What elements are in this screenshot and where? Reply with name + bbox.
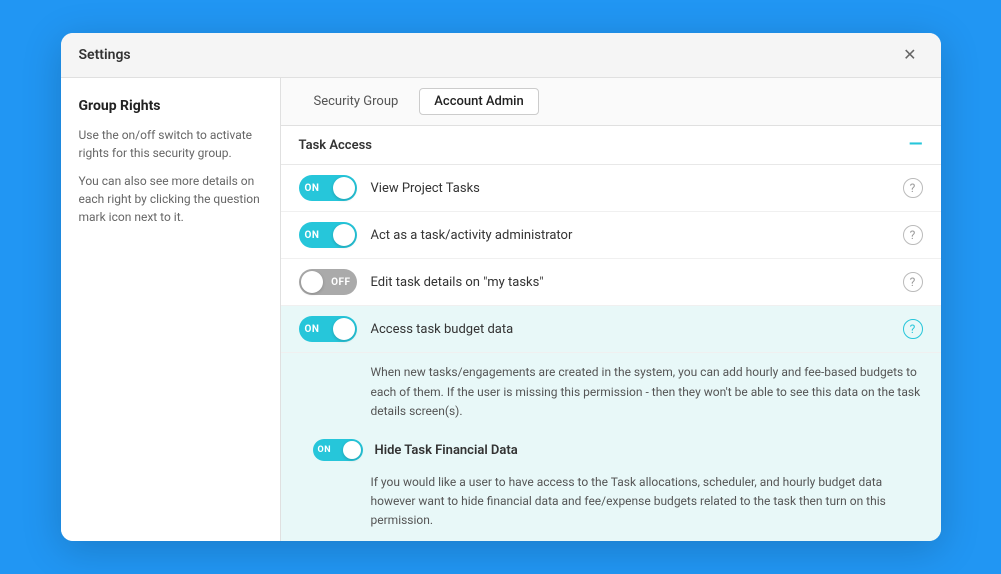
section-title: Task Access: [299, 138, 372, 153]
sub-toggle-hide-financial[interactable]: ON: [313, 439, 363, 461]
close-button[interactable]: ✕: [897, 43, 922, 67]
help-icon-act-as-admin[interactable]: ?: [903, 225, 923, 245]
help-icon-view-project-tasks[interactable]: ?: [903, 178, 923, 198]
toggle-knob-3: [301, 271, 323, 293]
modal-body: Group Rights Use the on/off switch to ac…: [61, 78, 941, 540]
sub-toggle-label: ON: [318, 445, 332, 455]
permission-row-edit-task-details: OFF Edit task details on "my tasks" ?: [281, 259, 941, 306]
toggle-label-off: OFF: [331, 277, 350, 288]
sub-toggle-knob: [343, 441, 361, 459]
help-icon-access-budget[interactable]: ?: [903, 319, 923, 339]
toggle-knob-4: [333, 318, 355, 340]
modal-header: Settings ✕: [61, 33, 941, 78]
tabs-bar: Security Group Account Admin: [281, 78, 941, 126]
section-header: Task Access —: [281, 126, 941, 165]
sidebar-desc-2: You can also see more details on each ri…: [79, 172, 262, 226]
budget-sub-desc: When new tasks/engagements are created i…: [299, 363, 923, 421]
toggle-access-budget[interactable]: ON: [299, 316, 357, 342]
collapse-icon[interactable]: —: [909, 136, 923, 154]
tab-account-admin[interactable]: Account Admin: [419, 88, 538, 115]
budget-sub-section: When new tasks/engagements are created i…: [281, 353, 941, 540]
toggle-label-on-2: ON: [305, 230, 320, 241]
budget-sub-sub-desc: If you would like a user to have access …: [299, 473, 923, 531]
permission-label-act-as-admin: Act as a task/activity administrator: [371, 228, 903, 243]
modal-title: Settings: [79, 47, 131, 63]
permission-label-access-budget: Access task budget data: [371, 322, 903, 337]
sidebar-title: Group Rights: [79, 98, 262, 114]
permission-row-access-budget: ON Access task budget data ?: [281, 306, 941, 353]
toggle-knob-2: [333, 224, 355, 246]
toggle-label-on: ON: [305, 183, 320, 194]
sidebar: Group Rights Use the on/off switch to ac…: [61, 78, 281, 540]
permission-label-view-project-tasks: View Project Tasks: [371, 181, 903, 196]
permission-label-edit-task-details: Edit task details on "my tasks": [371, 275, 903, 290]
sub-permission-row-hide-financial: ON Hide Task Financial Data: [299, 433, 923, 467]
permission-row-view-project-tasks: ON View Project Tasks ?: [281, 165, 941, 212]
toggle-view-project-tasks[interactable]: ON: [299, 175, 357, 201]
sub-permission-label-hide-financial: Hide Task Financial Data: [375, 443, 518, 458]
permission-row-act-as-admin: ON Act as a task/activity administrator …: [281, 212, 941, 259]
toggle-act-as-admin[interactable]: ON: [299, 222, 357, 248]
toggle-label-on-4: ON: [305, 324, 320, 335]
settings-modal: Settings ✕ Group Rights Use the on/off s…: [61, 33, 941, 540]
toggle-edit-task-details[interactable]: OFF: [299, 269, 357, 295]
toggle-knob: [333, 177, 355, 199]
content-area: Security Group Account Admin Task Access…: [281, 78, 941, 540]
sidebar-desc-1: Use the on/off switch to activate rights…: [79, 126, 262, 162]
help-icon-edit-task-details[interactable]: ?: [903, 272, 923, 292]
tab-security-group[interactable]: Security Group: [299, 88, 414, 115]
